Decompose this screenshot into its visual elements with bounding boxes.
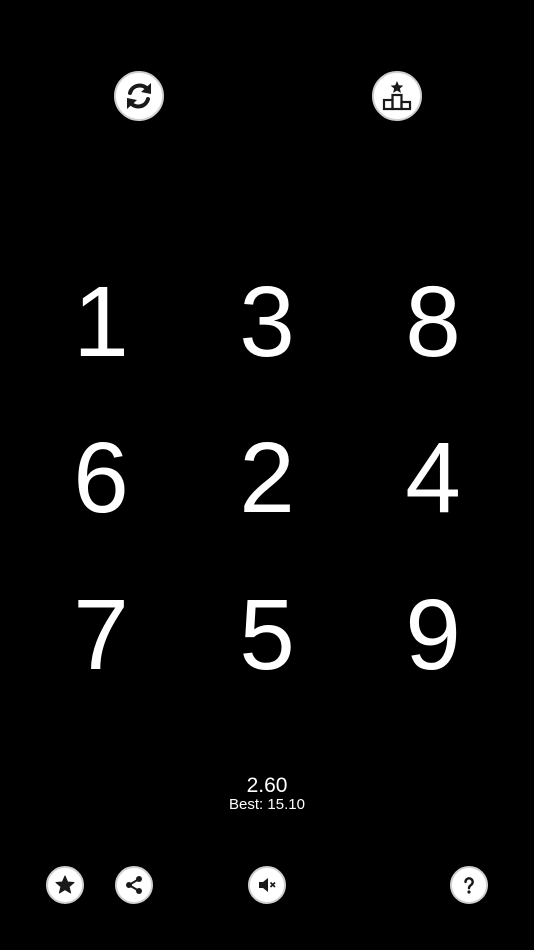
current-time: 2.60 (246, 774, 288, 797)
speaker-muted-icon (256, 874, 278, 896)
question-mark-icon (458, 874, 480, 896)
star-icon (54, 874, 76, 896)
number-tile[interactable]: 1 (31, 262, 171, 382)
help-button[interactable] (450, 866, 488, 904)
number-tile[interactable]: 6 (31, 418, 171, 538)
sound-toggle-button[interactable] (248, 866, 286, 904)
number-tile[interactable]: 7 (31, 575, 171, 695)
number-tile[interactable]: 8 (363, 262, 503, 382)
rate-button[interactable] (46, 866, 84, 904)
number-tile[interactable]: 4 (363, 418, 503, 538)
number-tile[interactable]: 9 (363, 575, 503, 695)
share-icon (123, 874, 145, 896)
best-time: Best: 15.10 (229, 796, 305, 813)
number-tile[interactable]: 2 (197, 418, 337, 538)
number-tile[interactable]: 5 (197, 575, 337, 695)
number-tile[interactable]: 3 (197, 262, 337, 382)
share-button[interactable] (115, 866, 153, 904)
